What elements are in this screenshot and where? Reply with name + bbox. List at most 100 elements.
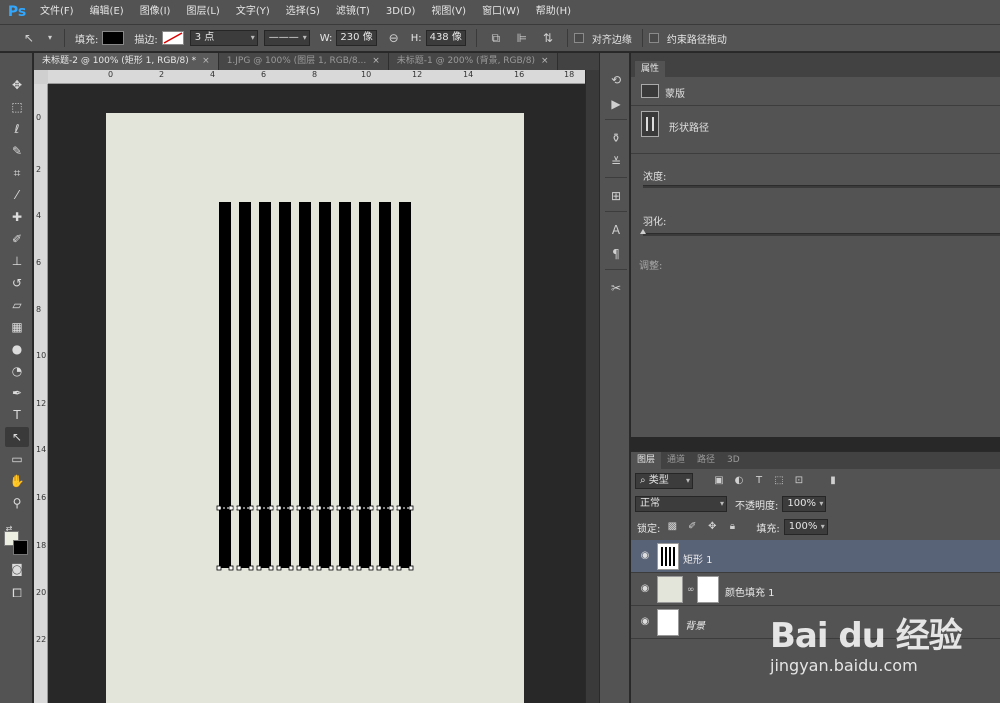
blend-mode-select[interactable]: 正常 ▾ — [635, 496, 727, 512]
clone-stamp-tool-icon[interactable]: ⊥ — [5, 251, 29, 271]
stripe-rect[interactable] — [319, 202, 331, 568]
tab-channels[interactable]: 通道 — [661, 452, 691, 469]
lock-image-icon[interactable]: ✐ — [685, 520, 699, 534]
close-icon[interactable]: × — [541, 56, 549, 66]
background-color-swatch[interactable] — [13, 540, 28, 555]
path-alignment-icon[interactable]: ⊫ — [513, 30, 531, 46]
lock-transparent-icon[interactable]: ▩ — [665, 520, 679, 534]
stripe-rect[interactable] — [279, 202, 291, 568]
layer-row-shape[interactable]: ◉ 矩形 1 — [631, 540, 1000, 573]
crop-tool-icon[interactable]: ⌗ — [5, 163, 29, 183]
quick-select-tool-icon[interactable]: ✎ — [5, 141, 29, 161]
menu-edit[interactable]: 编辑(E) — [82, 0, 132, 24]
lasso-tool-icon[interactable]: ℓ — [5, 119, 29, 139]
fill-input[interactable]: 100% ▾ — [783, 519, 828, 535]
path-anchor-point[interactable] — [388, 565, 394, 571]
menu-window[interactable]: 窗口(W) — [474, 0, 528, 24]
tab-document-3[interactable]: 未标题-1 @ 200% (背景, RGB/8) × — [388, 53, 558, 70]
quick-mask-icon[interactable]: ◙ — [5, 559, 29, 579]
clone-source-icon[interactable]: ⊞ — [606, 187, 626, 205]
tab-paths[interactable]: 路径 — [691, 452, 721, 469]
healing-brush-tool-icon[interactable]: ✚ — [5, 207, 29, 227]
character-panel-icon[interactable]: A — [606, 221, 626, 239]
align-edges-checkbox[interactable] — [573, 33, 584, 43]
path-anchor-point[interactable] — [376, 565, 382, 571]
menu-filter[interactable]: 滤镜(T) — [328, 0, 378, 24]
blur-tool-icon[interactable]: ● — [5, 339, 29, 359]
path-anchor-point[interactable] — [396, 565, 402, 571]
ruler-origin[interactable] — [34, 70, 48, 84]
type-tool-icon[interactable]: T — [5, 405, 29, 425]
eye-icon[interactable]: ◉ — [639, 550, 651, 562]
filter-shape-icon[interactable]: ⬚ — [772, 474, 786, 488]
rectangle-tool-icon[interactable]: ▭ — [5, 449, 29, 469]
lock-position-icon[interactable]: ✥ — [705, 520, 719, 534]
close-icon[interactable]: × — [372, 56, 380, 66]
stripe-rect[interactable] — [359, 202, 371, 568]
document-canvas[interactable] — [106, 113, 524, 703]
pixel-mask-icon[interactable] — [641, 84, 659, 98]
chevron-down-icon[interactable]: ▾ — [46, 30, 54, 46]
paragraph-panel-icon[interactable]: ¶ — [606, 245, 626, 263]
link-icon[interactable]: ⊖ — [385, 30, 403, 46]
height-input[interactable]: 438 像 — [425, 30, 466, 46]
menu-type[interactable]: 文字(Y) — [228, 0, 278, 24]
layer-filter-select[interactable]: ⌕ 类型 ▾ — [635, 473, 693, 489]
path-anchor-point[interactable] — [296, 565, 302, 571]
stripe-rect[interactable] — [399, 202, 411, 568]
path-anchor-point[interactable] — [216, 565, 222, 571]
filter-smart-object-icon[interactable]: ⊡ — [792, 474, 806, 488]
path-anchor-point[interactable] — [288, 565, 294, 571]
path-anchor-point[interactable] — [356, 565, 362, 571]
menu-view[interactable]: 视图(V) — [423, 0, 474, 24]
path-anchor-point[interactable] — [268, 565, 274, 571]
brush-tool-icon[interactable]: ✐ — [5, 229, 29, 249]
horizontal-ruler[interactable]: 0 2 4 6 8 10 12 14 16 18 — [48, 70, 585, 84]
path-anchor-point[interactable] — [368, 565, 374, 571]
eye-icon[interactable]: ◉ — [639, 616, 651, 628]
tool-presets-icon[interactable]: ✂ — [606, 279, 626, 297]
rectangle-shape-layer[interactable] — [106, 113, 524, 703]
filter-pixel-icon[interactable]: ▣ — [712, 474, 726, 488]
stripe-rect[interactable] — [219, 202, 231, 568]
path-selection-tool-icon[interactable]: ↖ — [5, 427, 29, 447]
screen-mode-icon[interactable]: ⧠ — [5, 583, 29, 603]
fill-swatch[interactable] — [102, 31, 125, 45]
menu-help[interactable]: 帮助(H) — [528, 0, 579, 24]
opacity-input[interactable]: 100% ▾ — [782, 496, 827, 512]
vertical-scrollbar[interactable] — [585, 70, 599, 703]
history-panel-icon[interactable]: ⟲ — [606, 71, 626, 89]
stripe-rect[interactable] — [239, 202, 251, 568]
lock-all-icon[interactable]: 🔒︎ — [725, 520, 739, 534]
path-anchor-point[interactable] — [408, 565, 414, 571]
brush-presets-icon[interactable]: ⚱ — [606, 129, 626, 147]
feather-slider[interactable] — [643, 233, 1000, 236]
eye-icon[interactable]: ◉ — [639, 583, 651, 595]
tab-layers[interactable]: 图层 — [631, 452, 662, 469]
stripe-rect[interactable] — [259, 202, 271, 568]
width-input[interactable]: 230 像 — [336, 30, 377, 46]
move-tool-icon[interactable]: ✥ — [5, 75, 29, 95]
constrain-path-checkbox[interactable] — [648, 33, 659, 43]
adjustments-icon[interactable]: ≚ — [606, 153, 626, 171]
path-anchor-point[interactable] — [328, 565, 334, 571]
tab-document-2[interactable]: 1.JPG @ 100% (图层 1, RGB/8... × — [218, 53, 389, 70]
link-icon[interactable]: ∞ — [687, 585, 695, 595]
stroke-swatch[interactable] — [161, 31, 184, 45]
vertical-ruler[interactable]: 0 2 4 6 8 10 12 14 16 18 20 22 — [34, 84, 48, 703]
actions-panel-icon[interactable]: ▶ — [606, 95, 626, 113]
menu-select[interactable]: 选择(S) — [278, 0, 328, 24]
vector-mask-icon[interactable] — [641, 111, 659, 137]
stripe-rect[interactable] — [339, 202, 351, 568]
menu-3d[interactable]: 3D(D) — [378, 0, 424, 24]
tab-properties[interactable]: 属性 — [635, 61, 666, 77]
eyedropper-tool-icon[interactable]: ⁄ — [5, 185, 29, 205]
menu-file[interactable]: 文件(F) — [32, 0, 82, 24]
eraser-tool-icon[interactable]: ▱ — [5, 295, 29, 315]
tab-3d[interactable]: 3D — [721, 452, 746, 469]
path-anchor-point[interactable] — [236, 565, 242, 571]
path-anchor-point[interactable] — [316, 565, 322, 571]
filter-type-icon[interactable]: T — [752, 474, 766, 488]
pen-tool-icon[interactable]: ✒ — [5, 383, 29, 403]
path-anchor-point[interactable] — [348, 565, 354, 571]
